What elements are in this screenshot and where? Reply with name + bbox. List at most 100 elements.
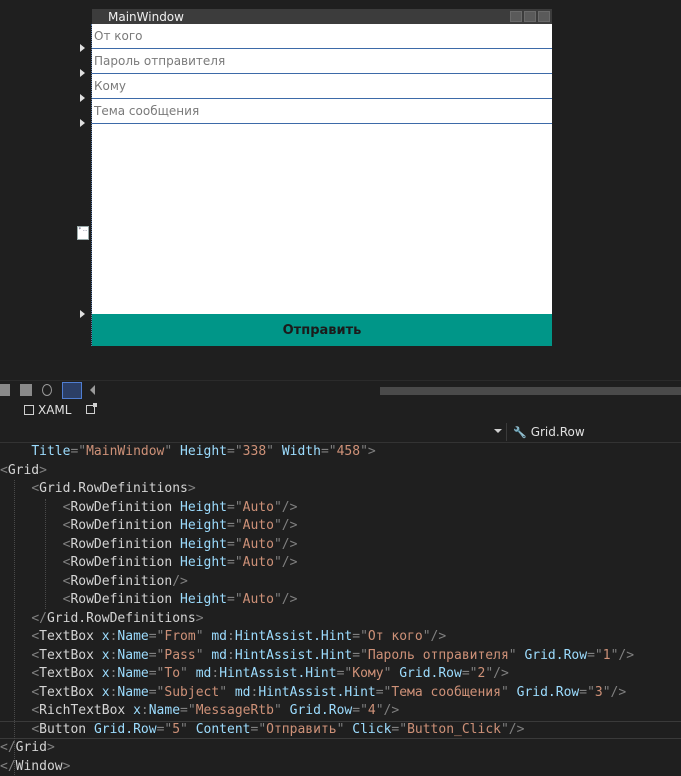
code-token: 4 [368, 703, 376, 718]
xaml-designer[interactable]: * ... MainWindow От кого Пароль отправит… [0, 0, 681, 380]
popout-icon[interactable] [86, 405, 95, 414]
code-token: < [31, 481, 39, 496]
code-line[interactable]: </Grid.RowDefinitions> [0, 610, 204, 629]
message-richtextbox[interactable] [92, 124, 552, 314]
code-token: Name [117, 648, 148, 663]
code-token: =" [227, 444, 243, 459]
scroll-left-icon[interactable] [90, 385, 95, 395]
code-token: "/> [501, 722, 524, 737]
code-indent [0, 592, 63, 607]
code-token: md [235, 685, 251, 700]
code-token: Click [352, 722, 391, 737]
grid-row-rail[interactable]: * ... [80, 24, 92, 346]
code-token: " [196, 648, 212, 663]
code-token: " [384, 666, 400, 681]
code-token: Grid.Row [524, 648, 587, 663]
code-line[interactable]: <RowDefinition Height="Auto"/> [0, 536, 297, 555]
row-marker-icon[interactable] [80, 310, 85, 318]
code-token: > [63, 759, 71, 774]
code-line[interactable]: <TextBox x:Name="Subject" md:HintAssist.… [0, 684, 626, 703]
code-line[interactable]: <RowDefinition Height="Auto"/> [0, 517, 297, 536]
code-line[interactable]: <RowDefinition Height="Auto"/> [0, 554, 297, 573]
subject-textbox[interactable]: Тема сообщения [92, 99, 552, 124]
code-token: HintAssist.Hint [235, 648, 352, 663]
code-token: "/> [485, 666, 508, 681]
code-token: RowDefinition [70, 500, 180, 515]
code-token: Name [117, 629, 148, 644]
code-token: " [509, 648, 525, 663]
code-token: " [219, 685, 235, 700]
code-token: " [501, 685, 517, 700]
pass-hint: Пароль отправителя [94, 54, 225, 68]
code-line[interactable]: Title="MainWindow" Height="338" Width="4… [0, 443, 376, 462]
code-token: Height [180, 555, 227, 570]
code-indent [0, 518, 63, 533]
code-line[interactable]: </Grid> [0, 739, 55, 758]
to-hint: Кому [94, 79, 126, 93]
code-line[interactable]: <Grid.RowDefinitions> [0, 480, 196, 499]
code-token: RichTextBox [39, 703, 133, 718]
code-token: x [102, 629, 110, 644]
code-token: =" [337, 666, 353, 681]
code-token: "/> [423, 629, 446, 644]
code-token: < [31, 722, 39, 737]
code-token: Title [31, 444, 70, 459]
code-editor[interactable]: Title="MainWindow" Height="338" Width="4… [0, 443, 681, 766]
member-dropdown[interactable]: 🔧Grid.Row [506, 423, 681, 441]
code-token: =" [149, 685, 165, 700]
design-window-frame[interactable]: * ... MainWindow От кого Пароль отправит… [80, 8, 552, 346]
code-token: =" [157, 722, 173, 737]
pass-textbox[interactable]: Пароль отправителя [92, 49, 552, 74]
code-indent [0, 611, 31, 626]
snap-lines-icon[interactable] [42, 384, 52, 396]
code-line[interactable]: <Button Grid.Row="5" Content="Отправить"… [0, 721, 524, 740]
code-line[interactable]: </Window> [0, 758, 70, 776]
window-title: MainWindow [108, 9, 184, 25]
code-token: Пароль отправителя [368, 648, 509, 663]
window-client[interactable]: От кого Пароль отправителя Кому Тема соо… [92, 24, 552, 346]
code-line[interactable]: <RowDefinition/> [0, 573, 188, 592]
window-titlebar: MainWindow [92, 9, 552, 25]
code-token: To [164, 666, 180, 681]
code-line[interactable]: <RowDefinition Height="Auto"/> [0, 591, 297, 610]
tab-xaml[interactable]: XAML [24, 403, 71, 417]
code-line[interactable]: <RowDefinition Height="Auto"/> [0, 499, 297, 518]
navigation-bar: 🔧Grid.Row [0, 422, 681, 443]
code-token: =" [587, 648, 603, 663]
code-token: =" [352, 703, 368, 718]
row-size-tag[interactable]: * ... [77, 226, 89, 240]
row-marker-icon[interactable] [80, 94, 85, 102]
code-token: " [337, 722, 353, 737]
code-token: x [102, 648, 110, 663]
code-token: Auto [243, 592, 274, 607]
code-line[interactable]: <RichTextBox x:Name="MessageRtb" Grid.Ro… [0, 702, 399, 721]
code-line[interactable]: <TextBox x:Name="Pass" md:HintAssist.Hin… [0, 647, 634, 666]
row-marker-icon[interactable] [80, 119, 85, 127]
chevron-down-icon[interactable] [494, 429, 502, 433]
code-token: RowDefinition [70, 555, 180, 570]
to-textbox[interactable]: Кому [92, 74, 552, 99]
effects-toggle-icon[interactable] [62, 382, 82, 399]
send-button[interactable]: Отправить [92, 314, 552, 346]
code-line[interactable]: <TextBox x:Name="To" md:HintAssist.Hint=… [0, 665, 509, 684]
code-token: =" [149, 666, 165, 681]
from-textbox[interactable]: От кого [92, 24, 552, 49]
code-token: > [196, 611, 204, 626]
code-token: > [188, 481, 196, 496]
code-indent [0, 555, 63, 570]
code-token: Subject [164, 685, 219, 700]
wrench-icon: 🔧 [513, 426, 527, 439]
code-token: =" [227, 592, 243, 607]
code-line[interactable]: <Grid> [0, 462, 47, 481]
code-token: " [274, 703, 290, 718]
code-indent [0, 722, 31, 737]
code-line[interactable]: <TextBox x:Name="From" md:HintAssist.Hin… [0, 628, 446, 647]
grid-view-icon[interactable] [0, 384, 10, 396]
snap-grid-icon[interactable] [20, 384, 32, 396]
horizontal-scrollbar[interactable] [380, 387, 681, 395]
maximize-icon [524, 11, 536, 22]
row-marker-icon[interactable] [80, 44, 85, 52]
code-token: Button_Click [407, 722, 501, 737]
row-marker-icon[interactable] [80, 69, 85, 77]
code-token: "/> [376, 703, 399, 718]
